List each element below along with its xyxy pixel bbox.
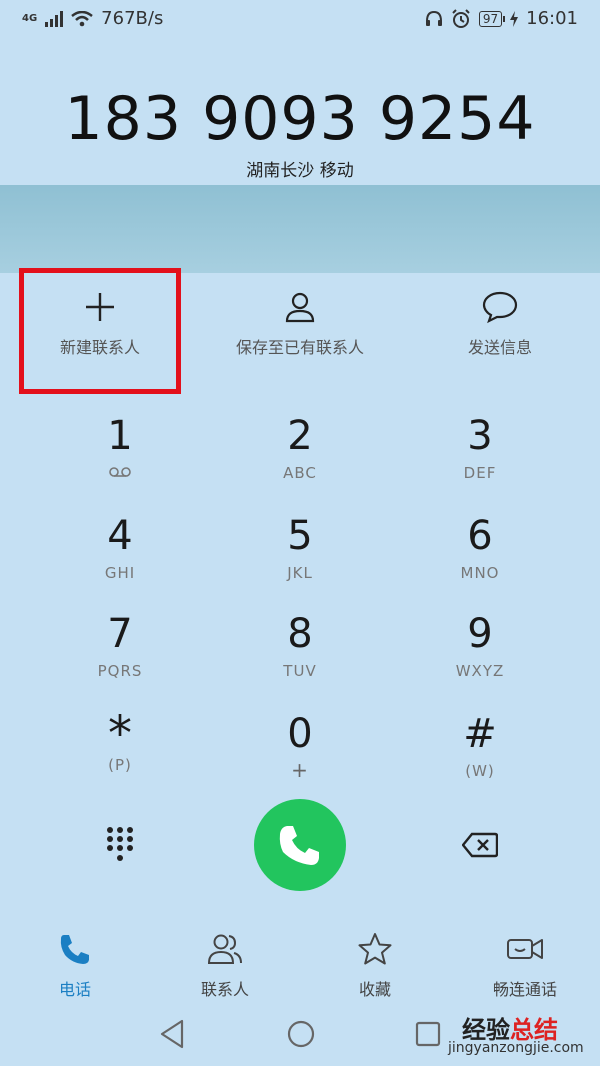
- status-bar: 4G 767B/s 97 16:01: [0, 0, 600, 40]
- key-letters: PQRS: [97, 662, 143, 680]
- key-digit: 9: [467, 611, 493, 657]
- key-8[interactable]: 8 TUV: [210, 612, 390, 680]
- key-letters: (P): [108, 756, 132, 774]
- key-digit: 7: [107, 611, 133, 657]
- key-letters: TUV: [283, 662, 317, 680]
- key-star[interactable]: * (P): [30, 706, 210, 774]
- key-letters: +: [291, 758, 309, 782]
- key-3[interactable]: 3 DEF: [390, 414, 570, 482]
- key-6[interactable]: 6 MNO: [390, 514, 570, 582]
- key-letters: MNO: [460, 564, 500, 582]
- video-call-icon: [507, 939, 543, 959]
- key-digit: 8: [287, 611, 313, 657]
- star-icon: [358, 933, 392, 965]
- tab-contacts[interactable]: 联系人: [150, 932, 300, 1000]
- key-letters: JKL: [287, 564, 313, 582]
- key-digit: 6: [467, 513, 493, 559]
- key-2[interactable]: 2 ABC: [210, 414, 390, 482]
- key-letters: DEF: [463, 464, 497, 482]
- key-digit: 1: [107, 413, 133, 459]
- key-digit: 3: [467, 413, 493, 459]
- tab-contacts-label: 联系人: [200, 980, 249, 999]
- key-5[interactable]: 5 JKL: [210, 514, 390, 582]
- net-speed: 767B/s: [101, 8, 164, 29]
- battery-icon: 97: [478, 10, 506, 27]
- key-letters: WXYZ: [455, 662, 505, 680]
- key-digit: 0: [287, 711, 313, 757]
- phone-icon: [279, 826, 319, 865]
- save-to-existing-button[interactable]: 保存至已有联系人: [200, 290, 400, 358]
- key-letters: GHI: [104, 564, 136, 582]
- suggestion-band: [0, 185, 600, 273]
- key-digit: #: [463, 711, 497, 757]
- key-letters: (W): [465, 762, 495, 780]
- tab-favorites[interactable]: 收藏: [300, 932, 450, 1000]
- backspace-icon[interactable]: [462, 832, 498, 858]
- key-digit: 2: [287, 413, 313, 459]
- headset-icon: [425, 10, 442, 26]
- key-digit: *: [108, 706, 132, 762]
- key-4[interactable]: 4 GHI: [30, 514, 210, 582]
- recents-nav-icon[interactable]: [414, 1018, 442, 1050]
- wifi-icon: [71, 10, 93, 26]
- call-button[interactable]: [254, 799, 346, 891]
- key-9[interactable]: 9 WXYZ: [390, 612, 570, 680]
- home-nav-icon[interactable]: [286, 1018, 316, 1050]
- send-message-label: 发送信息: [467, 338, 532, 357]
- key-letters: ABC: [283, 464, 317, 482]
- clock: 16:01: [526, 8, 578, 29]
- highlight-box: [19, 268, 181, 394]
- watermark-url: jingyanzongjie.com: [448, 1040, 584, 1056]
- tab-meetime[interactable]: 畅连通话: [450, 932, 600, 1000]
- key-0[interactable]: 0 +: [210, 712, 390, 782]
- dialpad-toggle-icon[interactable]: [106, 826, 134, 864]
- charging-icon: [510, 10, 519, 27]
- person-icon: [285, 292, 315, 323]
- key-hash[interactable]: # (W): [390, 712, 570, 780]
- tab-favorites-label: 收藏: [358, 980, 391, 999]
- key-1[interactable]: 1: [30, 414, 210, 482]
- back-nav-icon[interactable]: [158, 1018, 186, 1050]
- key-digit: 4: [107, 513, 133, 559]
- alarm-icon: [452, 8, 470, 28]
- voicemail-icon: [109, 467, 131, 477]
- tab-phone-label: 电话: [58, 980, 91, 999]
- message-bubble-icon: [482, 291, 518, 324]
- signal-icon: [45, 10, 64, 27]
- number-location: 湖南长沙 移动: [246, 161, 354, 181]
- save-to-existing-label: 保存至已有联系人: [235, 338, 364, 357]
- phone-icon: [60, 935, 89, 964]
- key-digit: 5: [287, 513, 313, 559]
- key-7[interactable]: 7 PQRS: [30, 612, 210, 680]
- contacts-icon: [207, 934, 242, 964]
- send-message-button[interactable]: 发送信息: [400, 290, 600, 358]
- dialed-number: 183 9093 9254: [64, 84, 536, 154]
- tab-meetime-label: 畅连通话: [492, 980, 557, 999]
- tab-phone[interactable]: 电话: [0, 932, 150, 1000]
- network-label: 4G: [22, 13, 38, 24]
